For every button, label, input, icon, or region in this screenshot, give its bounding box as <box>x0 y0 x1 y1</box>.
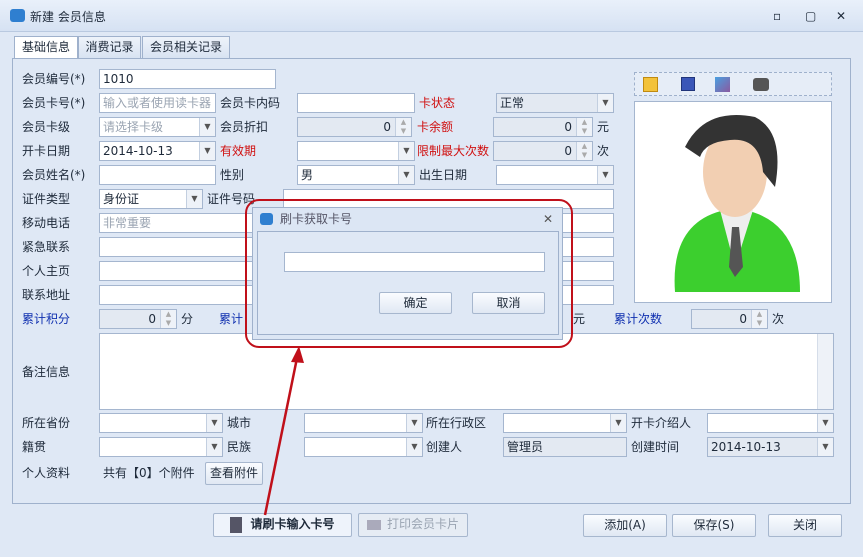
annotation-arrow <box>263 346 304 516</box>
